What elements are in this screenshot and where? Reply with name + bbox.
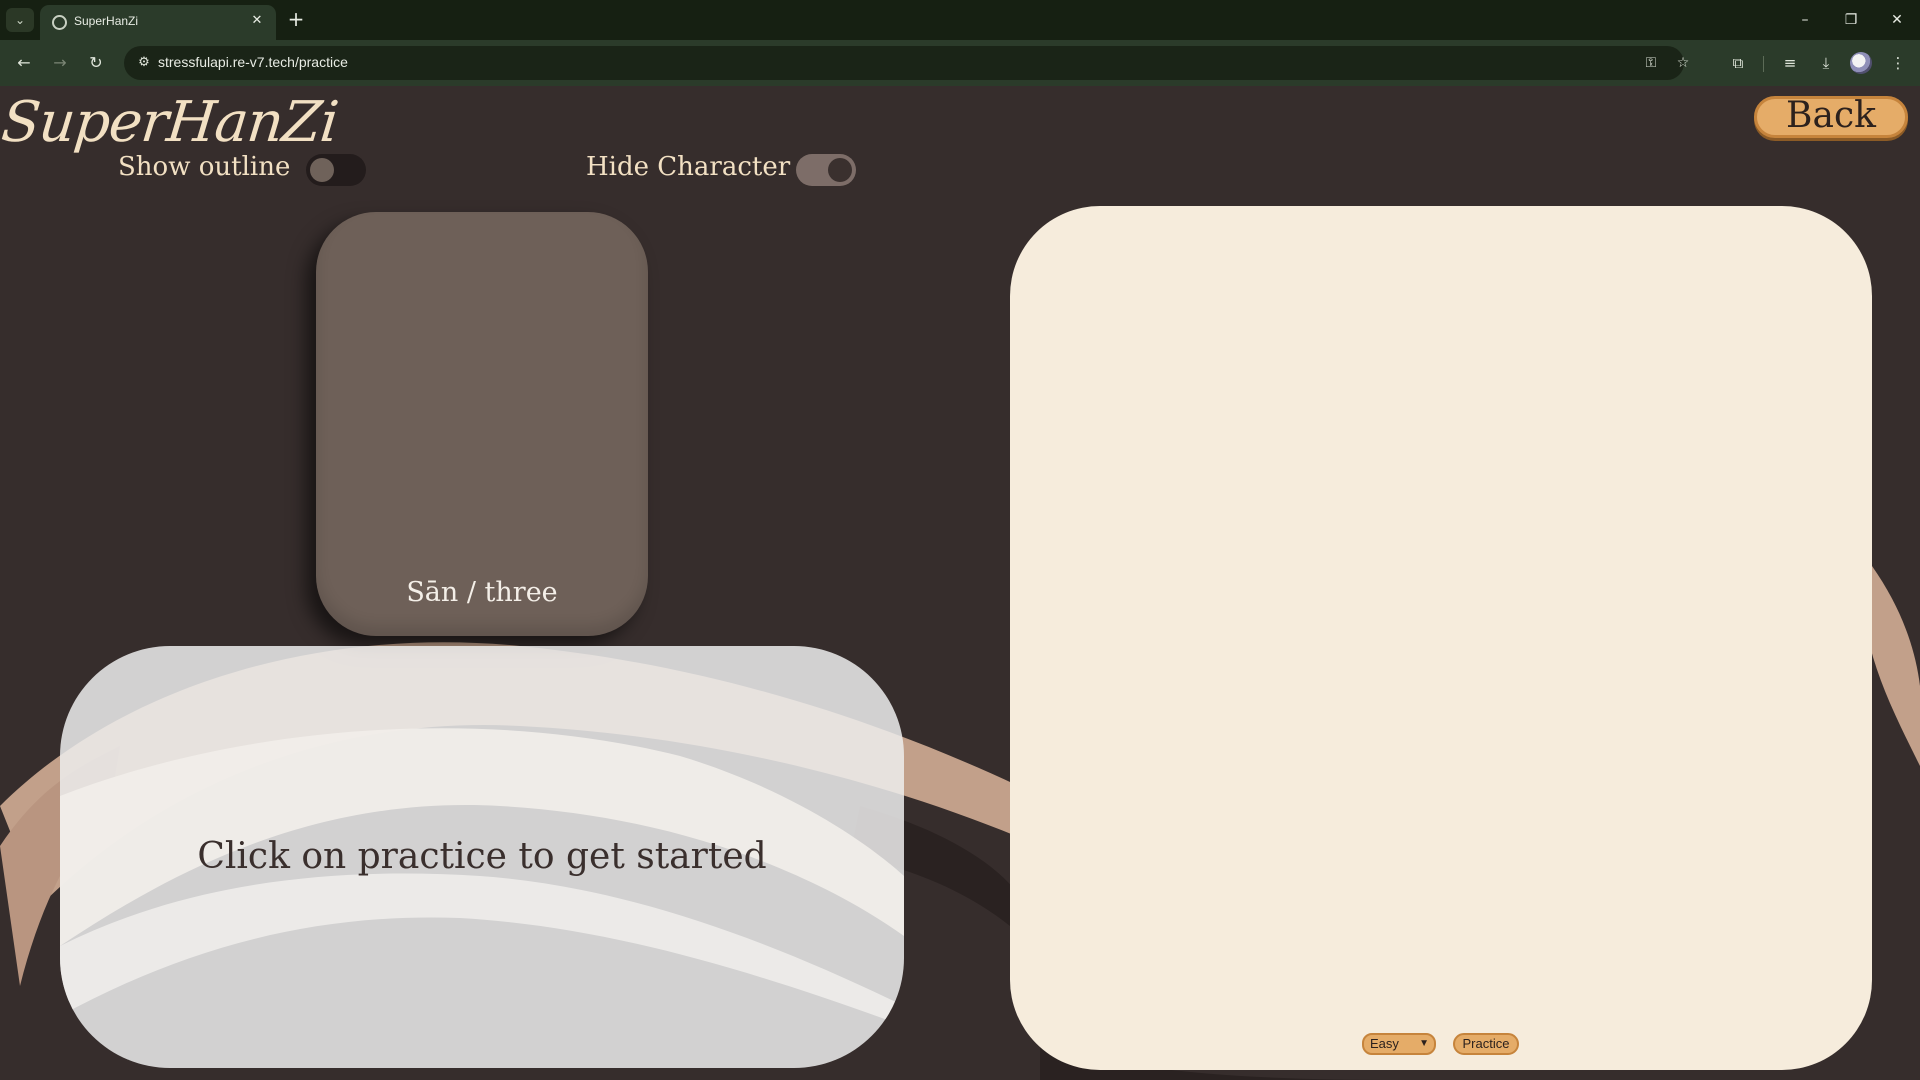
download-icon[interactable]: ⤓ — [1814, 51, 1838, 75]
forward-arrow-icon[interactable]: → — [48, 51, 72, 75]
toolbar-divider — [1763, 56, 1764, 72]
globe-icon — [52, 15, 67, 30]
restore-icon[interactable]: ❐ — [1836, 8, 1866, 32]
back-button[interactable]: Back — [1754, 96, 1908, 138]
prompt-panel: Click on practice to get started — [60, 646, 904, 1068]
difficulty-select[interactable]: Easy ▼ — [1362, 1033, 1436, 1055]
difficulty-value: Easy — [1370, 1036, 1399, 1051]
hide-character-label: Hide Character — [586, 152, 791, 182]
practice-button[interactable]: Practice — [1453, 1033, 1519, 1055]
extensions-icon[interactable]: ⧉ — [1726, 51, 1750, 75]
avatar[interactable] — [1850, 52, 1872, 74]
prompt-text: Click on practice to get started — [197, 836, 767, 877]
app-logo[interactable]: SuperHanZi — [0, 90, 341, 155]
hide-character-toggle[interactable] — [796, 154, 856, 186]
drawing-canvas[interactable] — [1010, 206, 1872, 1070]
show-outline-label: Show outline — [118, 152, 291, 182]
tab-title: SuperHanZi — [74, 14, 139, 28]
back-arrow-icon[interactable]: ← — [12, 51, 36, 75]
browser-tab[interactable]: SuperHanZi ✕ — [40, 5, 276, 40]
character-card: Sān / three — [316, 212, 648, 636]
url-text[interactable]: stressfulapi.re-v7.tech/practice — [158, 54, 348, 70]
site-info-icon[interactable]: ⚙ — [134, 53, 154, 73]
media-icon[interactable]: ≡ — [1778, 51, 1802, 75]
toggle-knob — [828, 158, 852, 182]
star-icon[interactable]: ☆ — [1672, 53, 1694, 73]
browser-toolbar: ← → ↻ ⚙ stressfulapi.re-v7.tech/practice… — [0, 40, 1920, 86]
plus-icon[interactable]: + — [284, 8, 308, 32]
chevron-down-icon: ▼ — [1419, 1038, 1429, 1049]
close-window-icon[interactable]: ✕ — [1882, 8, 1912, 32]
minimize-icon[interactable]: – — [1790, 8, 1820, 32]
kebab-menu-icon[interactable]: ⋮ — [1886, 51, 1910, 75]
show-outline-toggle[interactable] — [306, 154, 366, 186]
key-icon[interactable]: ⚿ — [1640, 53, 1662, 73]
close-icon[interactable]: ✕ — [248, 12, 266, 30]
tab-list-icon[interactable]: ⌄ — [6, 8, 34, 32]
address-bar[interactable]: ⚙ stressfulapi.re-v7.tech/practice ⚿ ☆ — [124, 46, 1689, 80]
reload-icon[interactable]: ↻ — [84, 51, 108, 75]
character-meaning: Sān / three — [406, 577, 558, 608]
toggle-knob — [310, 158, 334, 182]
browser-tabbar: ⌄ SuperHanZi ✕ + – ❐ ✕ — [0, 0, 1920, 40]
page: SuperHanZi Show outline Hide Character B… — [0, 86, 1920, 1080]
